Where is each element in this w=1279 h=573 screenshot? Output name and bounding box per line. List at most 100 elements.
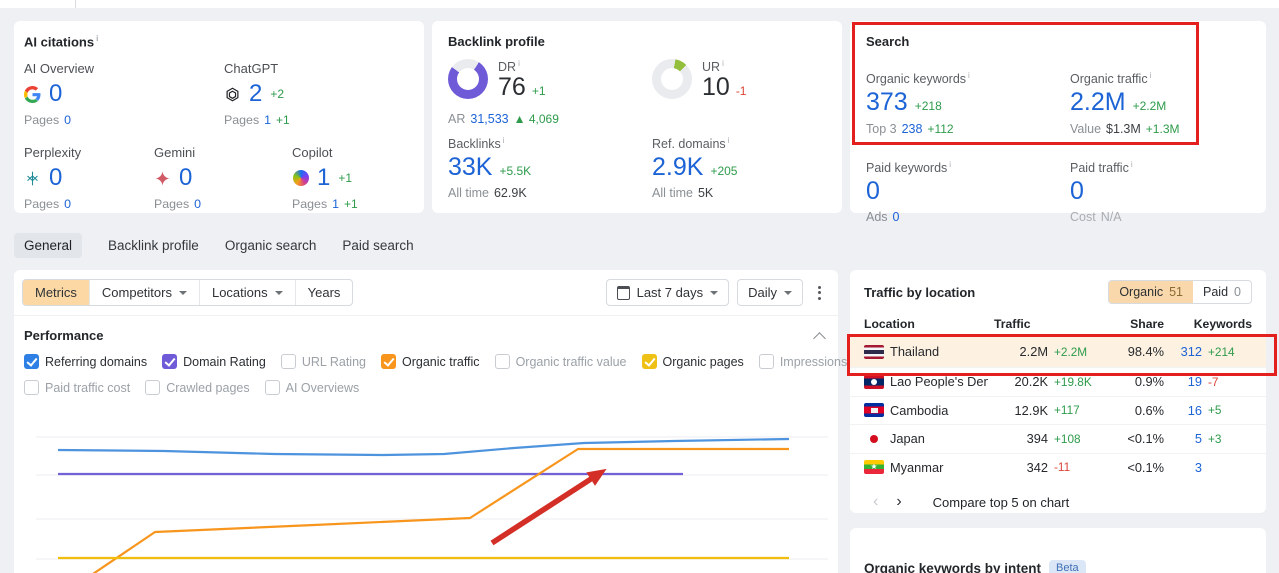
locations-dropdown[interactable]: Locations [198,280,295,305]
dr-delta: +1 [531,84,546,99]
location-row[interactable]: Japan 394 +108 <0.1% 5 +3 [850,424,1266,453]
organic-keywords-value[interactable]: 373 +218 [866,89,1070,117]
metric-checkbox-label: Paid traffic cost [45,380,131,395]
traffic-value: 12.9K [1014,402,1048,418]
ai-citation-count[interactable]: 0 [49,166,62,190]
metric-checkbox[interactable]: Impressions [758,354,848,369]
metrics-button[interactable]: Metrics [23,280,89,305]
flag-mm-icon [864,460,884,475]
metric-checkbox[interactable]: AI Overviews [264,380,360,395]
location-row[interactable]: Myanmar 342 -11 <0.1% 3 [850,452,1266,482]
traffic-value: 20.2K [1014,374,1048,390]
search-title: Search [866,34,910,49]
metric-checkbox[interactable]: Paid traffic cost [24,380,130,395]
keywords-value[interactable]: 312 [1170,344,1202,359]
ar-delta: ▲ 4,069 [513,111,559,126]
pages-count[interactable]: 1 [264,113,271,127]
organic-traffic-value[interactable]: 2.2M +2.2M [1070,89,1250,117]
pages-count[interactable]: 0 [64,113,71,127]
location-name[interactable]: Myanmar [890,460,988,475]
competitors-dropdown[interactable]: Competitors [88,280,199,305]
ur-label: UR i [702,59,724,75]
info-icon[interactable]: i [518,59,520,68]
dr-label: DR i [498,59,520,75]
years-button[interactable]: Years [294,280,353,305]
ai-citation-count[interactable]: 0 [179,166,192,190]
keywords-value[interactable]: 16 [1170,403,1202,418]
unchecked-checkbox-icon [145,380,161,395]
location-row[interactable]: Thailand 2.2M +2.2M 98.4% 312 +214 [850,335,1266,367]
metric-checkbox[interactable]: Referring domains [24,354,147,369]
metric-checkbox-row-1: Referring domains Domain Rating URL Rating… [14,354,942,369]
ai-citation-count[interactable]: 0 [49,82,62,106]
info-icon[interactable]: i [1150,71,1152,80]
checked-checkbox-icon [24,354,39,369]
collapse-section-icon[interactable] [813,331,826,345]
info-icon[interactable]: i [96,34,98,43]
pages-count[interactable]: 0 [194,197,201,211]
location-name[interactable]: Lao People's Democratic Reput [890,374,988,389]
backlink-profile-card: Backlink profile DR i 76 +1 UR i 10 -1 AR 31… [432,21,842,213]
tab-general[interactable]: General [14,233,83,258]
top-strip-divider [75,0,76,8]
toggle-paid[interactable]: Paid 0 [1193,281,1251,303]
info-icon[interactable]: i [722,59,724,68]
delta-badge: +1 [344,197,358,212]
toggle-organic[interactable]: Organic 51 [1109,281,1194,303]
delta-badge: +1 [338,171,353,186]
chevron-down-icon [710,291,719,295]
location-row[interactable]: Lao People's Democratic Reput 20.2K +19.8K… [850,367,1266,396]
performance-title: Performance [24,328,104,343]
ai-pages-line: Pages 0 [24,197,154,211]
info-icon[interactable]: i [728,136,730,145]
pages-count[interactable]: 0 [64,197,71,211]
ai-citations-row-2: Perplexity 0 Pages 0 Gemini 0 Pages 0 Copilot 1 +1… [14,145,424,211]
metric-checkbox[interactable]: Organic pages [641,354,744,369]
flag-th-icon [864,344,884,359]
info-icon[interactable]: i [968,71,970,80]
location-name[interactable]: Japan [890,431,988,446]
traffic-value: 2.2M [1019,344,1048,359]
next-page-button[interactable]: › [887,494,910,510]
info-icon[interactable]: i [949,160,951,169]
info-icon[interactable]: i [1131,160,1133,169]
location-table-header: Location Traffic Share Keywords [864,317,1252,331]
location-name[interactable]: Thailand [890,344,988,359]
ai-citation-value-row: 1 +1 [292,165,424,191]
compare-top5-link[interactable]: Compare top 5 on chart [933,495,1070,510]
backlinks-value[interactable]: 33K +5.5K [448,153,652,182]
keywords-value[interactable]: 3 [1170,460,1202,475]
domain-rating-block: DR i 76 +1 [448,59,652,102]
metric-checkbox-label: Impressions [779,354,848,369]
ref-domains-value[interactable]: 2.9K +205 [652,153,826,182]
granularity-dropdown[interactable]: Daily [737,279,803,306]
tab-backlink-profile[interactable]: Backlink profile [108,233,199,258]
performance-chart[interactable] [14,403,838,573]
info-icon[interactable]: i [503,136,505,145]
keywords-value[interactable]: 5 [1170,431,1202,446]
tab-organic-search[interactable]: Organic search [225,233,317,258]
paid-traffic-value[interactable]: 0 [1070,177,1250,206]
ai-citation-count[interactable]: 2 [249,82,262,106]
more-options-button[interactable] [811,280,828,306]
pages-count[interactable]: 1 [332,197,339,211]
search-card: Search Organic keywords i 373 +218 Top 3 23… [850,21,1266,224]
keywords-by-intent-panel: Organic keywords by intent Beta [850,528,1266,573]
delta-badge: +2 [270,87,285,102]
paid-keywords-value[interactable]: 0 [866,177,1070,206]
share-value: 98.4% [1127,344,1164,359]
prev-page-button[interactable]: ‹ [864,494,887,510]
metric-checkbox-label: AI Overviews [285,380,360,395]
tab-paid-search[interactable]: Paid search [342,233,413,258]
location-row[interactable]: Cambodia 12.9K +117 0.6% 16 +5 [850,395,1266,425]
metric-checkbox[interactable]: Organic traffic value [494,354,627,369]
metric-checkbox[interactable]: Organic traffic [380,354,480,369]
metric-checkbox[interactable]: URL Rating [280,354,366,369]
location-name[interactable]: Cambodia [890,403,988,418]
metric-checkbox-row-2: Paid traffic cost Crawled pages AI Overvie… [14,380,838,395]
date-range-dropdown[interactable]: Last 7 days [605,279,730,306]
keywords-value[interactable]: 19 [1170,374,1202,389]
metric-checkbox[interactable]: Crawled pages [145,380,250,395]
ai-citation-count[interactable]: 1 [317,166,330,190]
metric-checkbox[interactable]: Domain Rating [162,354,266,369]
